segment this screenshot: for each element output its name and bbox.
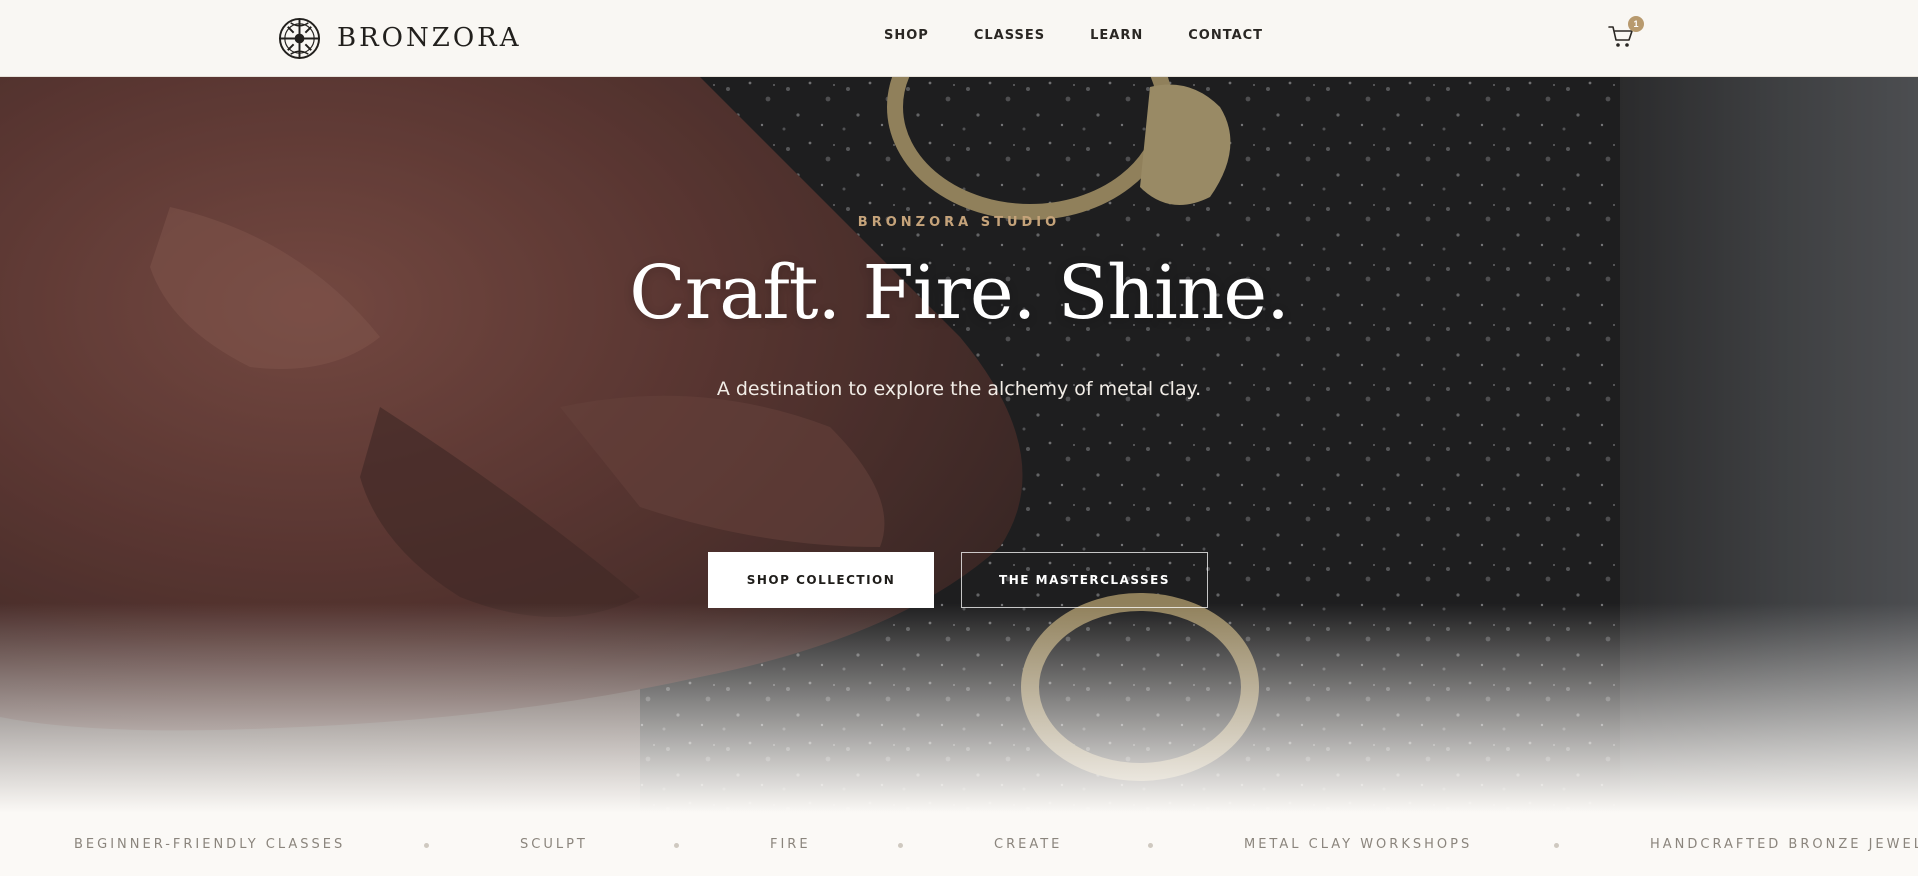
marquee-item: BEGINNER-FRIENDLY CLASSES — [74, 837, 346, 852]
marquee-separator — [898, 843, 903, 848]
brand-home-link[interactable]: BRONZORA — [278, 16, 521, 60]
hero-subhead: A destination to explore the alchemy of … — [716, 378, 1202, 400]
hero-eyebrow: BRONZORA STUDIO — [857, 215, 1061, 230]
marquee-item: CREATE — [994, 837, 1063, 852]
nav-shop[interactable]: SHOP — [884, 28, 929, 43]
marquee-separator — [674, 843, 679, 848]
hero-content: BRONZORA STUDIO Craft. Fire. Shine. A de… — [0, 215, 1918, 400]
nav-contact[interactable]: CONTACT — [1188, 28, 1263, 43]
cart-button[interactable]: 1 — [1606, 16, 1646, 53]
nav-learn[interactable]: LEARN — [1090, 28, 1143, 43]
cart-count-badge: 1 — [1628, 16, 1644, 32]
hero-section: BRONZORA STUDIO Craft. Fire. Shine. A de… — [0, 77, 1918, 813]
marquee-item: METAL CLAY WORKSHOPS — [1244, 837, 1473, 852]
hero-bottom-fade — [0, 603, 1918, 813]
main-nav: SHOP CLASSES LEARN CONTACT — [884, 28, 1263, 43]
marquee-separator — [1554, 843, 1559, 848]
site-header: BRONZORA SHOP CLASSES LEARN CONTACT 1 — [0, 0, 1918, 77]
hero-headline: Craft. Fire. Shine. — [629, 250, 1290, 336]
bronzora-emblem-icon — [278, 17, 321, 59]
brand-name: BRONZORA — [337, 23, 522, 53]
shop-collection-button[interactable]: SHOP COLLECTION — [708, 552, 934, 608]
marquee-separator — [1148, 843, 1153, 848]
marquee-item: SCULPT — [520, 837, 588, 852]
nav-classes[interactable]: CLASSES — [974, 28, 1045, 43]
marquee-item: FIRE — [770, 837, 811, 852]
masterclasses-button[interactable]: THE MASTERCLASSES — [961, 552, 1208, 608]
marquee-item: HANDCRAFTED BRONZE JEWELRY — [1650, 837, 1918, 852]
feature-marquee: BEGINNER-FRIENDLY CLASSES SCULPT FIRE CR… — [0, 813, 1918, 876]
marquee-separator — [424, 843, 429, 848]
